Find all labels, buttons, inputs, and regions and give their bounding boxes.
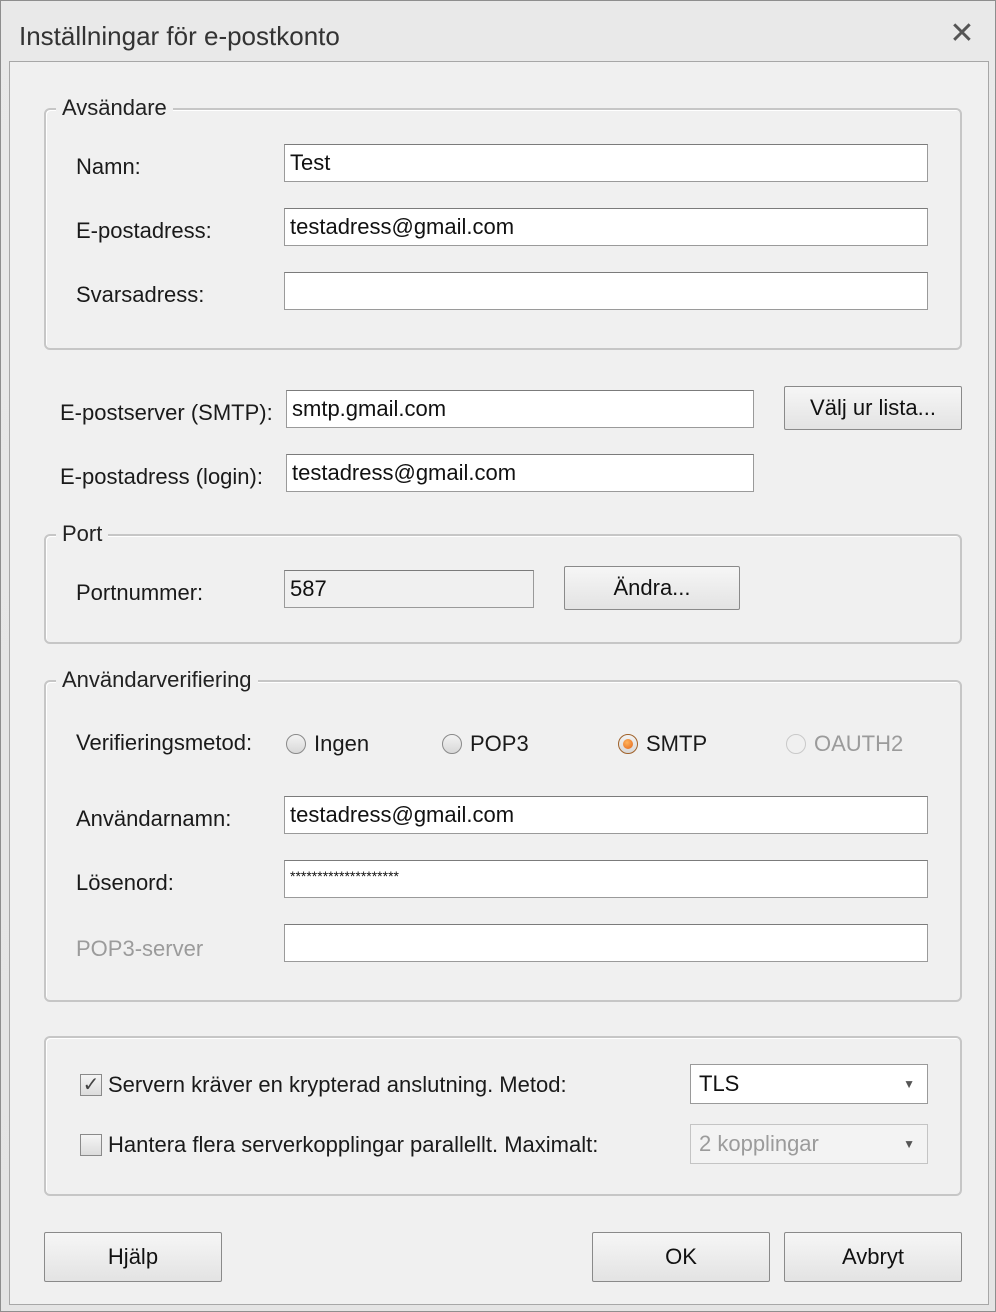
email-settings-dialog: Inställningar för e-postkonto ✕ Avsändar… [0,0,996,1312]
radio-ingen[interactable] [286,734,306,754]
auth-legend: Användarverifiering [56,667,258,693]
chevron-down-icon: ▼ [903,1077,915,1091]
reply-address-field[interactable] [284,272,928,310]
help-button[interactable]: Hjälp [44,1232,222,1282]
parallel-checkbox[interactable] [80,1134,102,1156]
username-label: Användarnamn: [76,806,232,831]
password-label: Lösenord: [76,870,174,895]
change-port-button[interactable]: Ändra... [564,566,740,610]
auth-method-label: Verifieringsmetod: [76,730,253,755]
dialog-body: Avsändare Namn: Test E-postadress: testa… [9,61,989,1305]
password-field[interactable]: ******************** [284,860,928,898]
radio-oauth2 [786,734,806,754]
encryption-method-value: TLS [699,1071,740,1096]
cancel-button[interactable]: Avbryt [784,1232,962,1282]
radio-ingen-label: Ingen [314,731,370,756]
parallel-count-value: 2 kopplingar [699,1131,819,1156]
choose-from-list-button[interactable]: Välj ur lista... [784,386,962,430]
port-number-field: 587 [284,570,534,608]
email-field[interactable]: testadress@gmail.com [284,208,928,246]
name-field[interactable]: Test [284,144,928,182]
radio-smtp-label: SMTP [646,731,708,756]
pop3-server-field [284,924,928,962]
ok-button[interactable]: OK [592,1232,770,1282]
close-icon[interactable]: ✕ [947,19,977,49]
port-legend: Port [56,521,109,547]
parallel-label: Hantera flera serverkopplingar parallell… [108,1132,599,1157]
title-bar: Inställningar för e-postkonto ✕ [1,1,995,59]
encrypted-label: Servern kräver en krypterad anslutning. … [108,1072,567,1097]
radio-pop3-label: POP3 [470,731,529,756]
port-number-label: Portnummer: [76,580,204,605]
encrypted-checkbox[interactable]: ✓ [80,1074,102,1096]
window-title: Inställningar för e-postkonto [19,21,340,51]
smtp-server-field[interactable]: smtp.gmail.com [286,390,754,428]
radio-pop3[interactable] [442,734,462,754]
radio-smtp[interactable] [618,734,638,754]
radio-oauth2-label: OAUTH2 [814,731,904,756]
smtp-server-label: E-postserver (SMTP): [60,400,273,425]
security-group [44,1036,962,1196]
name-label: Namn: [76,154,141,179]
reply-address-label: Svarsadress: [76,282,205,307]
username-field[interactable]: testadress@gmail.com [284,796,928,834]
sender-legend: Avsändare [56,95,173,121]
encryption-method-select[interactable]: TLS ▼ [690,1064,928,1104]
chevron-down-icon: ▼ [903,1137,915,1151]
login-email-label: E-postadress (login): [60,464,263,489]
login-email-field[interactable]: testadress@gmail.com [286,454,754,492]
email-label: E-postadress: [76,218,212,243]
parallel-count-select: 2 kopplingar ▼ [690,1124,928,1164]
pop3-server-label: POP3-server [76,936,204,961]
